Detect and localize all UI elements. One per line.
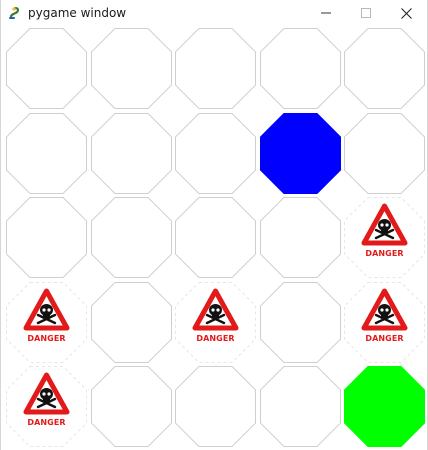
window-title: pygame window [28, 6, 127, 20]
board-cell-empty[interactable] [90, 27, 173, 110]
board-cell-danger[interactable]: DANGER [5, 365, 88, 448]
board-cell-empty[interactable] [259, 27, 342, 110]
empty-octagon [175, 366, 256, 447]
empty-octagon [175, 112, 256, 194]
maximize-button[interactable] [346, 0, 386, 26]
empty-octagon [344, 112, 425, 194]
empty-octagon [344, 28, 425, 109]
empty-octagon [259, 197, 341, 278]
empty-octagon [90, 28, 172, 109]
board-cell-empty[interactable] [5, 112, 88, 195]
board-cell-empty[interactable] [5, 27, 88, 110]
empty-octagon [6, 112, 87, 194]
danger-label: DANGER [196, 333, 235, 343]
empty-octagon [90, 281, 172, 363]
board-cell-empty[interactable] [174, 196, 257, 279]
game-board[interactable]: DANGER DANGER DANGER DANGER DANGER [5, 27, 427, 450]
board-cell-empty[interactable] [174, 27, 257, 110]
board-cell-blue-piece[interactable] [259, 112, 342, 195]
empty-octagon [6, 197, 87, 278]
danger-label: DANGER [27, 418, 66, 427]
board-cell-empty[interactable] [90, 196, 173, 279]
board-cell-danger[interactable]: DANGER [5, 281, 88, 364]
empty-octagon [90, 112, 172, 194]
board-cell-empty[interactable] [174, 112, 257, 195]
pygame-window: pygame window DANGER DANGER DANGER DANGER DA… [0, 0, 428, 450]
board-cell-empty[interactable] [343, 27, 426, 110]
empty-octagon [175, 28, 256, 109]
green-octagon-piece [344, 366, 425, 447]
board-cell-danger[interactable]: DANGER [174, 281, 257, 364]
title-bar[interactable]: pygame window [1, 0, 427, 26]
maximize-icon [361, 8, 371, 18]
board-cell-empty[interactable] [90, 112, 173, 195]
board-cell-danger[interactable]: DANGER [343, 196, 426, 279]
board-cell-empty[interactable] [259, 365, 342, 448]
board-cell-green-piece[interactable] [343, 365, 426, 448]
board-cell-empty[interactable] [90, 365, 173, 448]
minimize-button[interactable] [306, 0, 346, 26]
close-button[interactable] [386, 0, 426, 26]
board-cell-empty[interactable] [259, 281, 342, 364]
board-cell-empty[interactable] [343, 112, 426, 195]
blue-octagon-piece [259, 112, 341, 194]
empty-octagon [90, 197, 172, 278]
danger-label: DANGER [27, 333, 66, 343]
empty-octagon [259, 281, 341, 363]
pygame-snake-icon [8, 5, 22, 19]
empty-octagon [259, 28, 341, 109]
minimize-icon [321, 12, 331, 14]
empty-octagon [259, 366, 341, 447]
board-cell-empty[interactable] [259, 196, 342, 279]
danger-label: DANGER [365, 249, 404, 258]
board-cell-danger[interactable]: DANGER [343, 281, 426, 364]
danger-label: DANGER [365, 333, 404, 343]
empty-octagon [6, 28, 87, 109]
board-cell-empty[interactable] [174, 365, 257, 448]
board-cell-empty[interactable] [5, 196, 88, 279]
board-cell-empty[interactable] [90, 281, 173, 364]
empty-octagon [90, 366, 172, 447]
close-icon [400, 7, 412, 19]
empty-octagon [175, 197, 256, 278]
